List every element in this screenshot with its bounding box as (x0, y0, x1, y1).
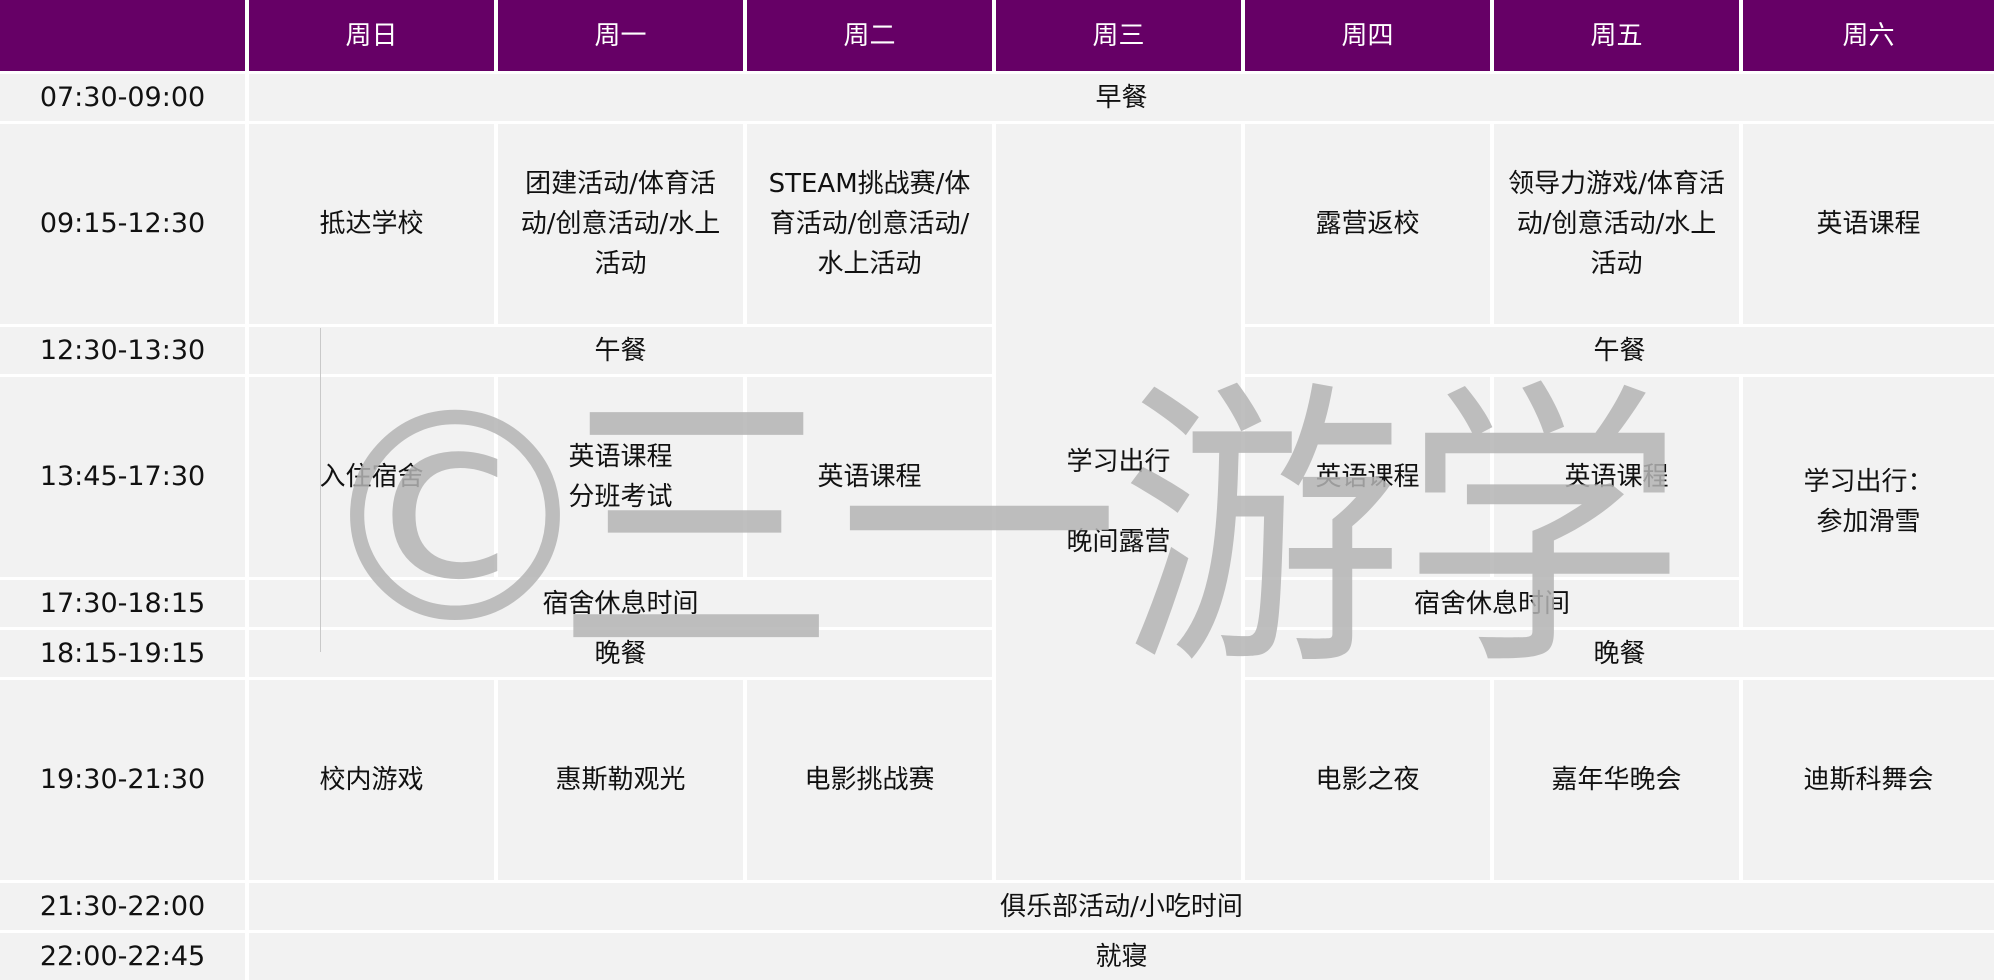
sunday-morning-cell: 抵达学校 (249, 124, 494, 324)
rest-right-cell: 宿舍休息时间 (1245, 580, 1739, 627)
tuesday-afternoon-cell: 英语课程 (747, 377, 992, 577)
time-slot-2: 09:15-12:30 (0, 124, 245, 324)
lunch-left-cell: 午餐 (249, 327, 992, 374)
time-slot-6: 18:15-19:15 (0, 630, 245, 677)
wednesday-line-2: 晚间露营 (1066, 527, 1171, 557)
monday-afternoon-line-1: 英语课程 (568, 442, 673, 472)
time-slot-9: 22:00-22:45 (0, 933, 245, 980)
header-saturday: 周六 (1743, 0, 1994, 71)
schedule-table: 周日 周一 周二 周三 周四 周五 周六 07:30-09:00 09:15-1… (0, 0, 1994, 980)
time-slot-7: 19:30-21:30 (0, 680, 245, 880)
header-tuesday: 周二 (747, 0, 992, 71)
breakfast-cell: 早餐 (249, 74, 1994, 121)
tuesday-evening-cell: 电影挑战赛 (747, 680, 992, 880)
header-corner (0, 0, 245, 71)
monday-afternoon-line-2: 分班考试 (568, 482, 673, 512)
time-slot-3: 12:30-13:30 (0, 327, 245, 374)
saturday-afternoon-cell: 学习出行： 参加滑雪 (1743, 377, 1994, 627)
header-friday: 周五 (1494, 0, 1739, 71)
header-monday: 周一 (498, 0, 743, 71)
time-slot-5: 17:30-18:15 (0, 580, 245, 627)
monday-evening-cell: 惠斯勒观光 (498, 680, 743, 880)
saturday-evening-cell: 迪斯科舞会 (1743, 680, 1994, 880)
club-cell: 俱乐部活动/小吃时间 (249, 883, 1994, 930)
saturday-afternoon-line-2: 参加滑雪 (1816, 507, 1921, 537)
lunch-right-cell: 午餐 (1245, 327, 1994, 374)
saturday-morning-cell: 英语课程 (1743, 124, 1994, 324)
wednesday-line-1: 学习出行 (1066, 447, 1171, 477)
sunday-evening-cell: 校内游戏 (249, 680, 494, 880)
thursday-afternoon-cell: 英语课程 (1245, 377, 1490, 577)
sleep-cell: 就寝 (249, 933, 1994, 980)
header-wednesday: 周三 (996, 0, 1241, 71)
time-slot-8: 21:30-22:00 (0, 883, 245, 930)
friday-morning-cell: 领导力游戏/体育活动/创意活动/水上活动 (1494, 124, 1739, 324)
friday-evening-cell: 嘉年华晚会 (1494, 680, 1739, 880)
sunday-afternoon-cell: 入住宿舍 (249, 377, 494, 577)
divider-line (320, 328, 321, 652)
saturday-afternoon-line-1: 学习出行： (1803, 467, 1934, 497)
monday-morning-cell: 团建活动/体育活动/创意活动/水上活动 (498, 124, 743, 324)
header-thursday: 周四 (1245, 0, 1490, 71)
dinner-left-cell: 晚餐 (249, 630, 992, 677)
monday-afternoon-cell: 英语课程 分班考试 (498, 377, 743, 577)
tuesday-morning-cell: STEAM挑战赛/体育活动/创意活动/水上活动 (747, 124, 992, 324)
rest-left-cell: 宿舍休息时间 (249, 580, 992, 627)
time-slot-4: 13:45-17:30 (0, 377, 245, 577)
wednesday-trip-cell: 学习出行 晚间露营 (996, 124, 1241, 880)
thursday-evening-cell: 电影之夜 (1245, 680, 1490, 880)
dinner-right-cell: 晚餐 (1245, 630, 1994, 677)
friday-afternoon-cell: 英语课程 (1494, 377, 1739, 577)
time-slot-1: 07:30-09:00 (0, 74, 245, 121)
thursday-morning-cell: 露营返校 (1245, 124, 1490, 324)
header-sunday: 周日 (249, 0, 494, 71)
